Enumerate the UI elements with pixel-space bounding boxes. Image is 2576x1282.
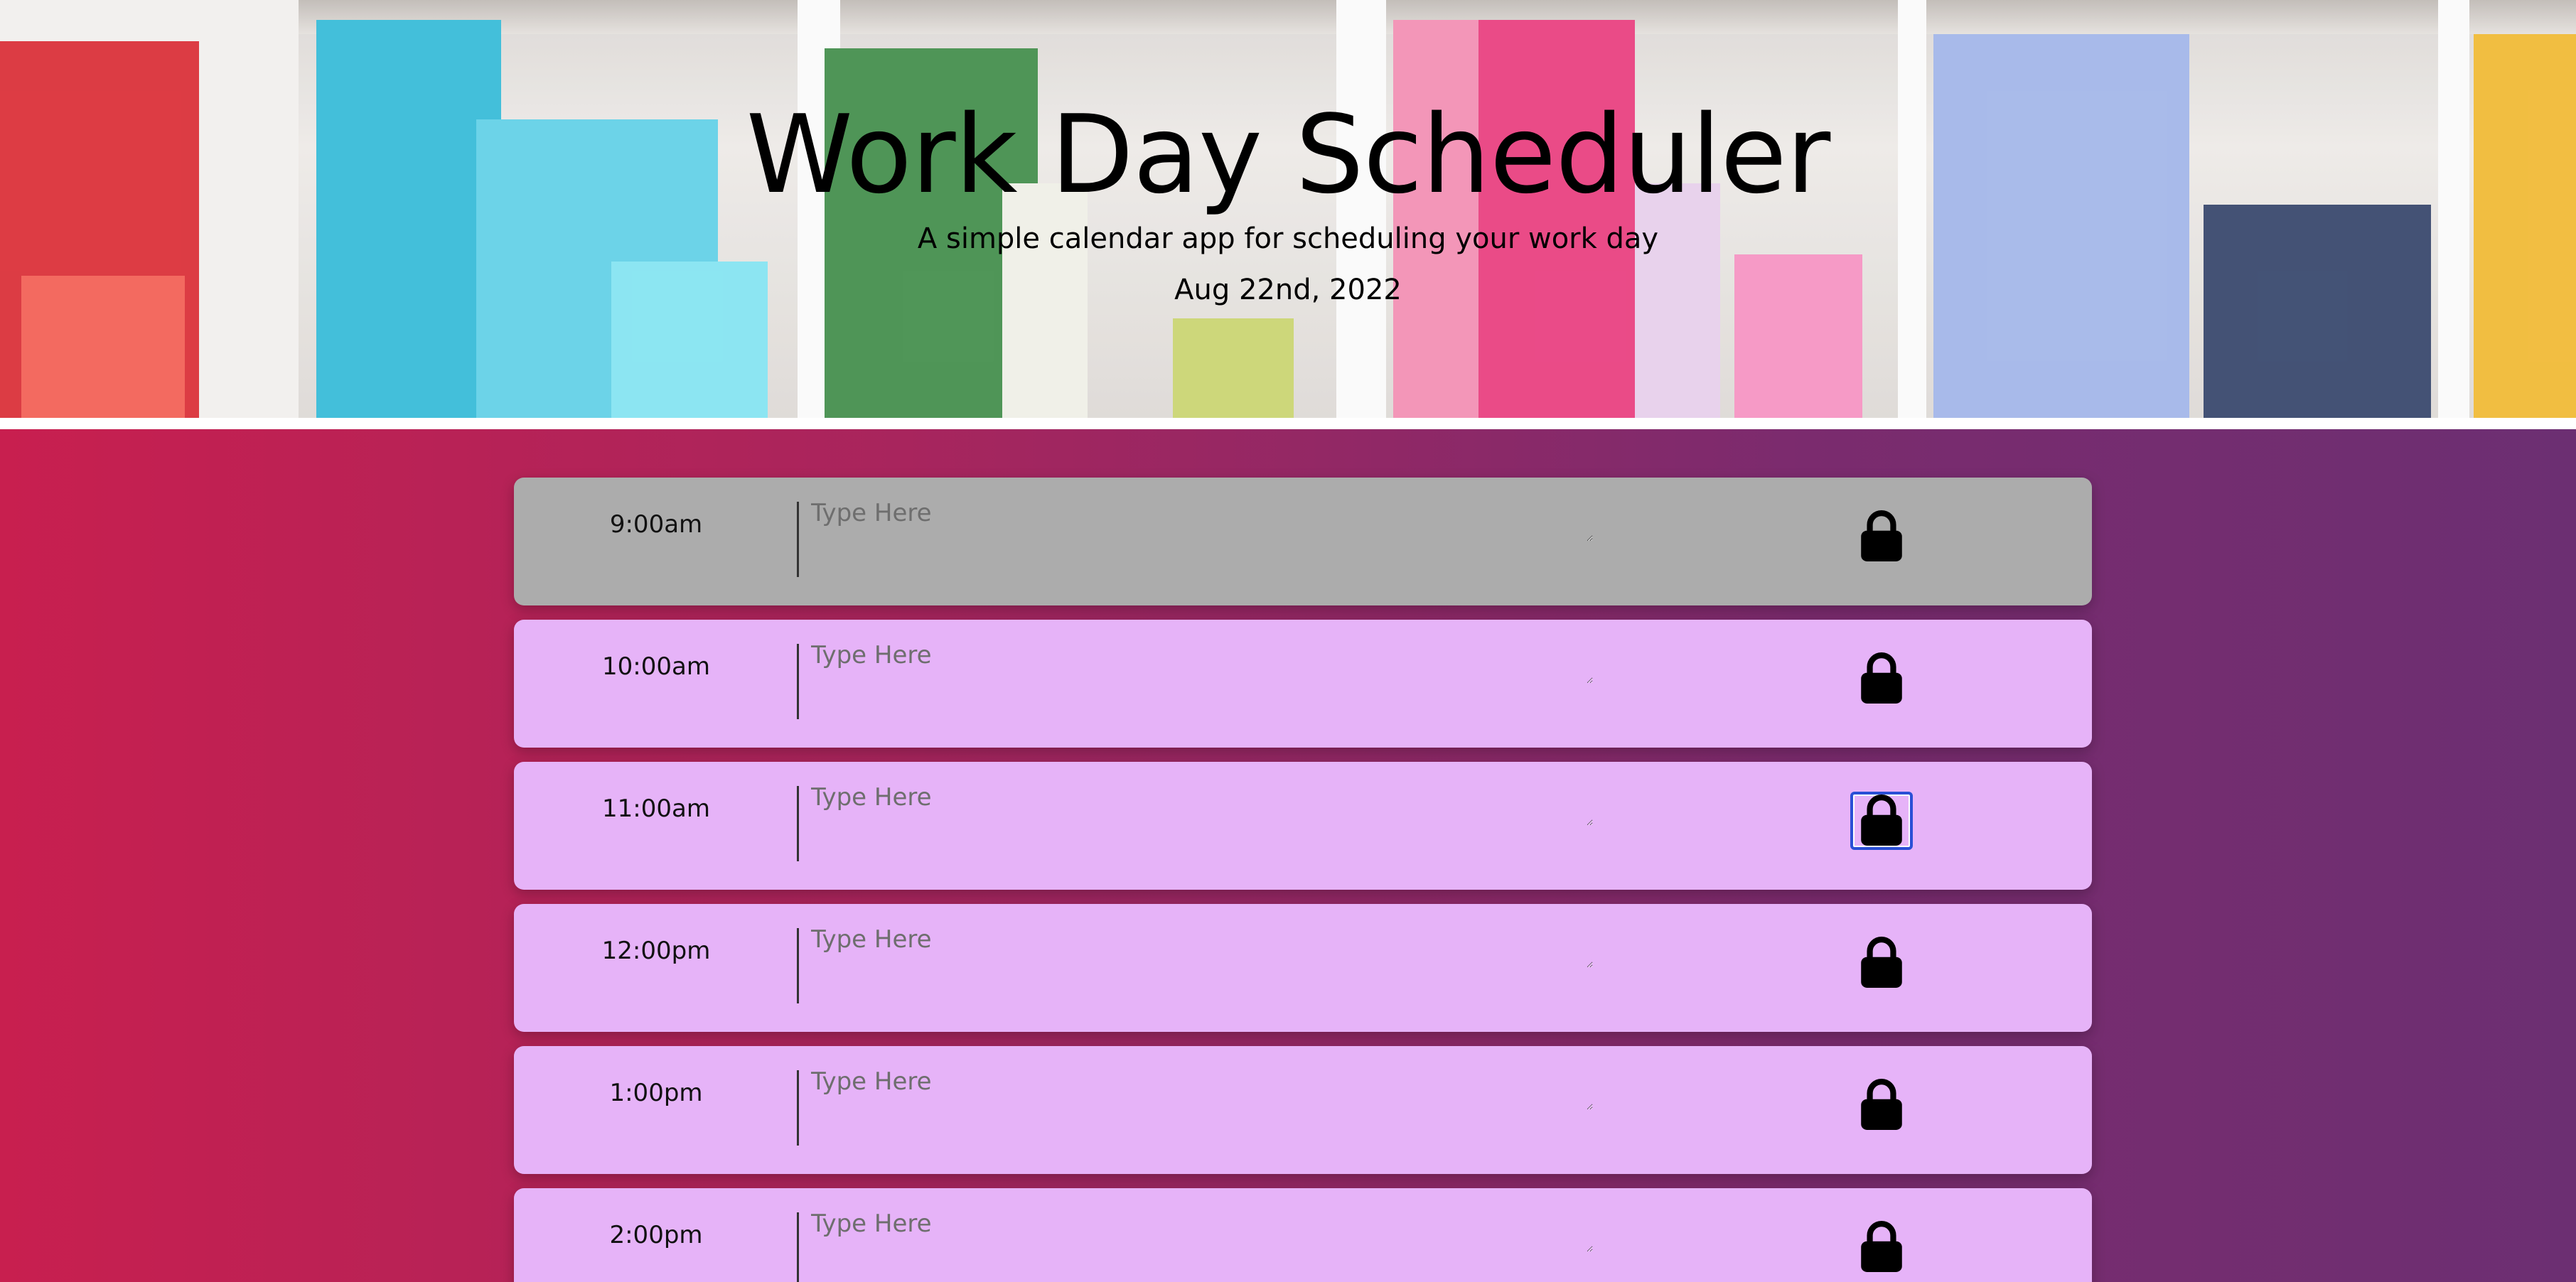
hour-divider bbox=[797, 786, 799, 861]
lock-icon bbox=[1861, 652, 1902, 704]
event-input[interactable] bbox=[811, 1210, 1593, 1252]
lock-icon bbox=[1861, 937, 1902, 988]
save-button[interactable] bbox=[1850, 507, 1913, 566]
hour-divider bbox=[797, 1212, 799, 1282]
event-input[interactable] bbox=[811, 783, 1593, 826]
save-button[interactable] bbox=[1850, 1076, 1913, 1134]
hour-label: 11:00am bbox=[602, 794, 710, 823]
save-button[interactable] bbox=[1850, 1218, 1913, 1276]
save-button[interactable] bbox=[1850, 934, 1913, 992]
time-block-10am: 10:00am bbox=[514, 620, 2092, 748]
time-block-12pm: 12:00pm bbox=[514, 904, 2092, 1032]
current-date: Aug 22nd, 2022 bbox=[1174, 274, 1402, 306]
lock-icon bbox=[1861, 510, 1902, 561]
hour-label: 2:00pm bbox=[609, 1221, 703, 1249]
time-block-1pm: 1:00pm bbox=[514, 1046, 2092, 1174]
hour-label: 9:00am bbox=[609, 510, 703, 539]
hero-text: Work Day Scheduler A simple calendar app… bbox=[0, 0, 2576, 418]
hour-label: 1:00pm bbox=[609, 1079, 703, 1107]
hour-divider bbox=[797, 1070, 799, 1146]
time-block-list: 9:00am 10:00am 11:00am bbox=[514, 478, 2092, 1282]
event-input[interactable] bbox=[811, 1067, 1593, 1110]
lock-icon bbox=[1861, 794, 1902, 846]
hour-divider bbox=[797, 928, 799, 1003]
lock-icon bbox=[1861, 1079, 1902, 1130]
event-input[interactable] bbox=[811, 641, 1593, 684]
hour-label: 12:00pm bbox=[601, 937, 711, 965]
event-input[interactable] bbox=[811, 499, 1593, 542]
event-input[interactable] bbox=[811, 925, 1593, 968]
page-subtitle: A simple calendar app for scheduling you… bbox=[917, 222, 1659, 255]
header-divider bbox=[0, 418, 2576, 429]
header-hero: Work Day Scheduler A simple calendar app… bbox=[0, 0, 2576, 418]
hour-divider bbox=[797, 502, 799, 577]
lock-icon bbox=[1861, 1221, 1902, 1272]
hour-label: 10:00am bbox=[602, 652, 710, 681]
page-title: Work Day Scheduler bbox=[746, 92, 1831, 217]
time-block-11am: 11:00am bbox=[514, 762, 2092, 890]
schedule-area: 9:00am 10:00am 11:00am bbox=[0, 429, 2576, 1282]
save-button[interactable] bbox=[1850, 650, 1913, 708]
time-block-2pm: 2:00pm bbox=[514, 1188, 2092, 1282]
hour-divider bbox=[797, 644, 799, 719]
time-block-9am: 9:00am bbox=[514, 478, 2092, 605]
save-button[interactable] bbox=[1850, 792, 1913, 850]
